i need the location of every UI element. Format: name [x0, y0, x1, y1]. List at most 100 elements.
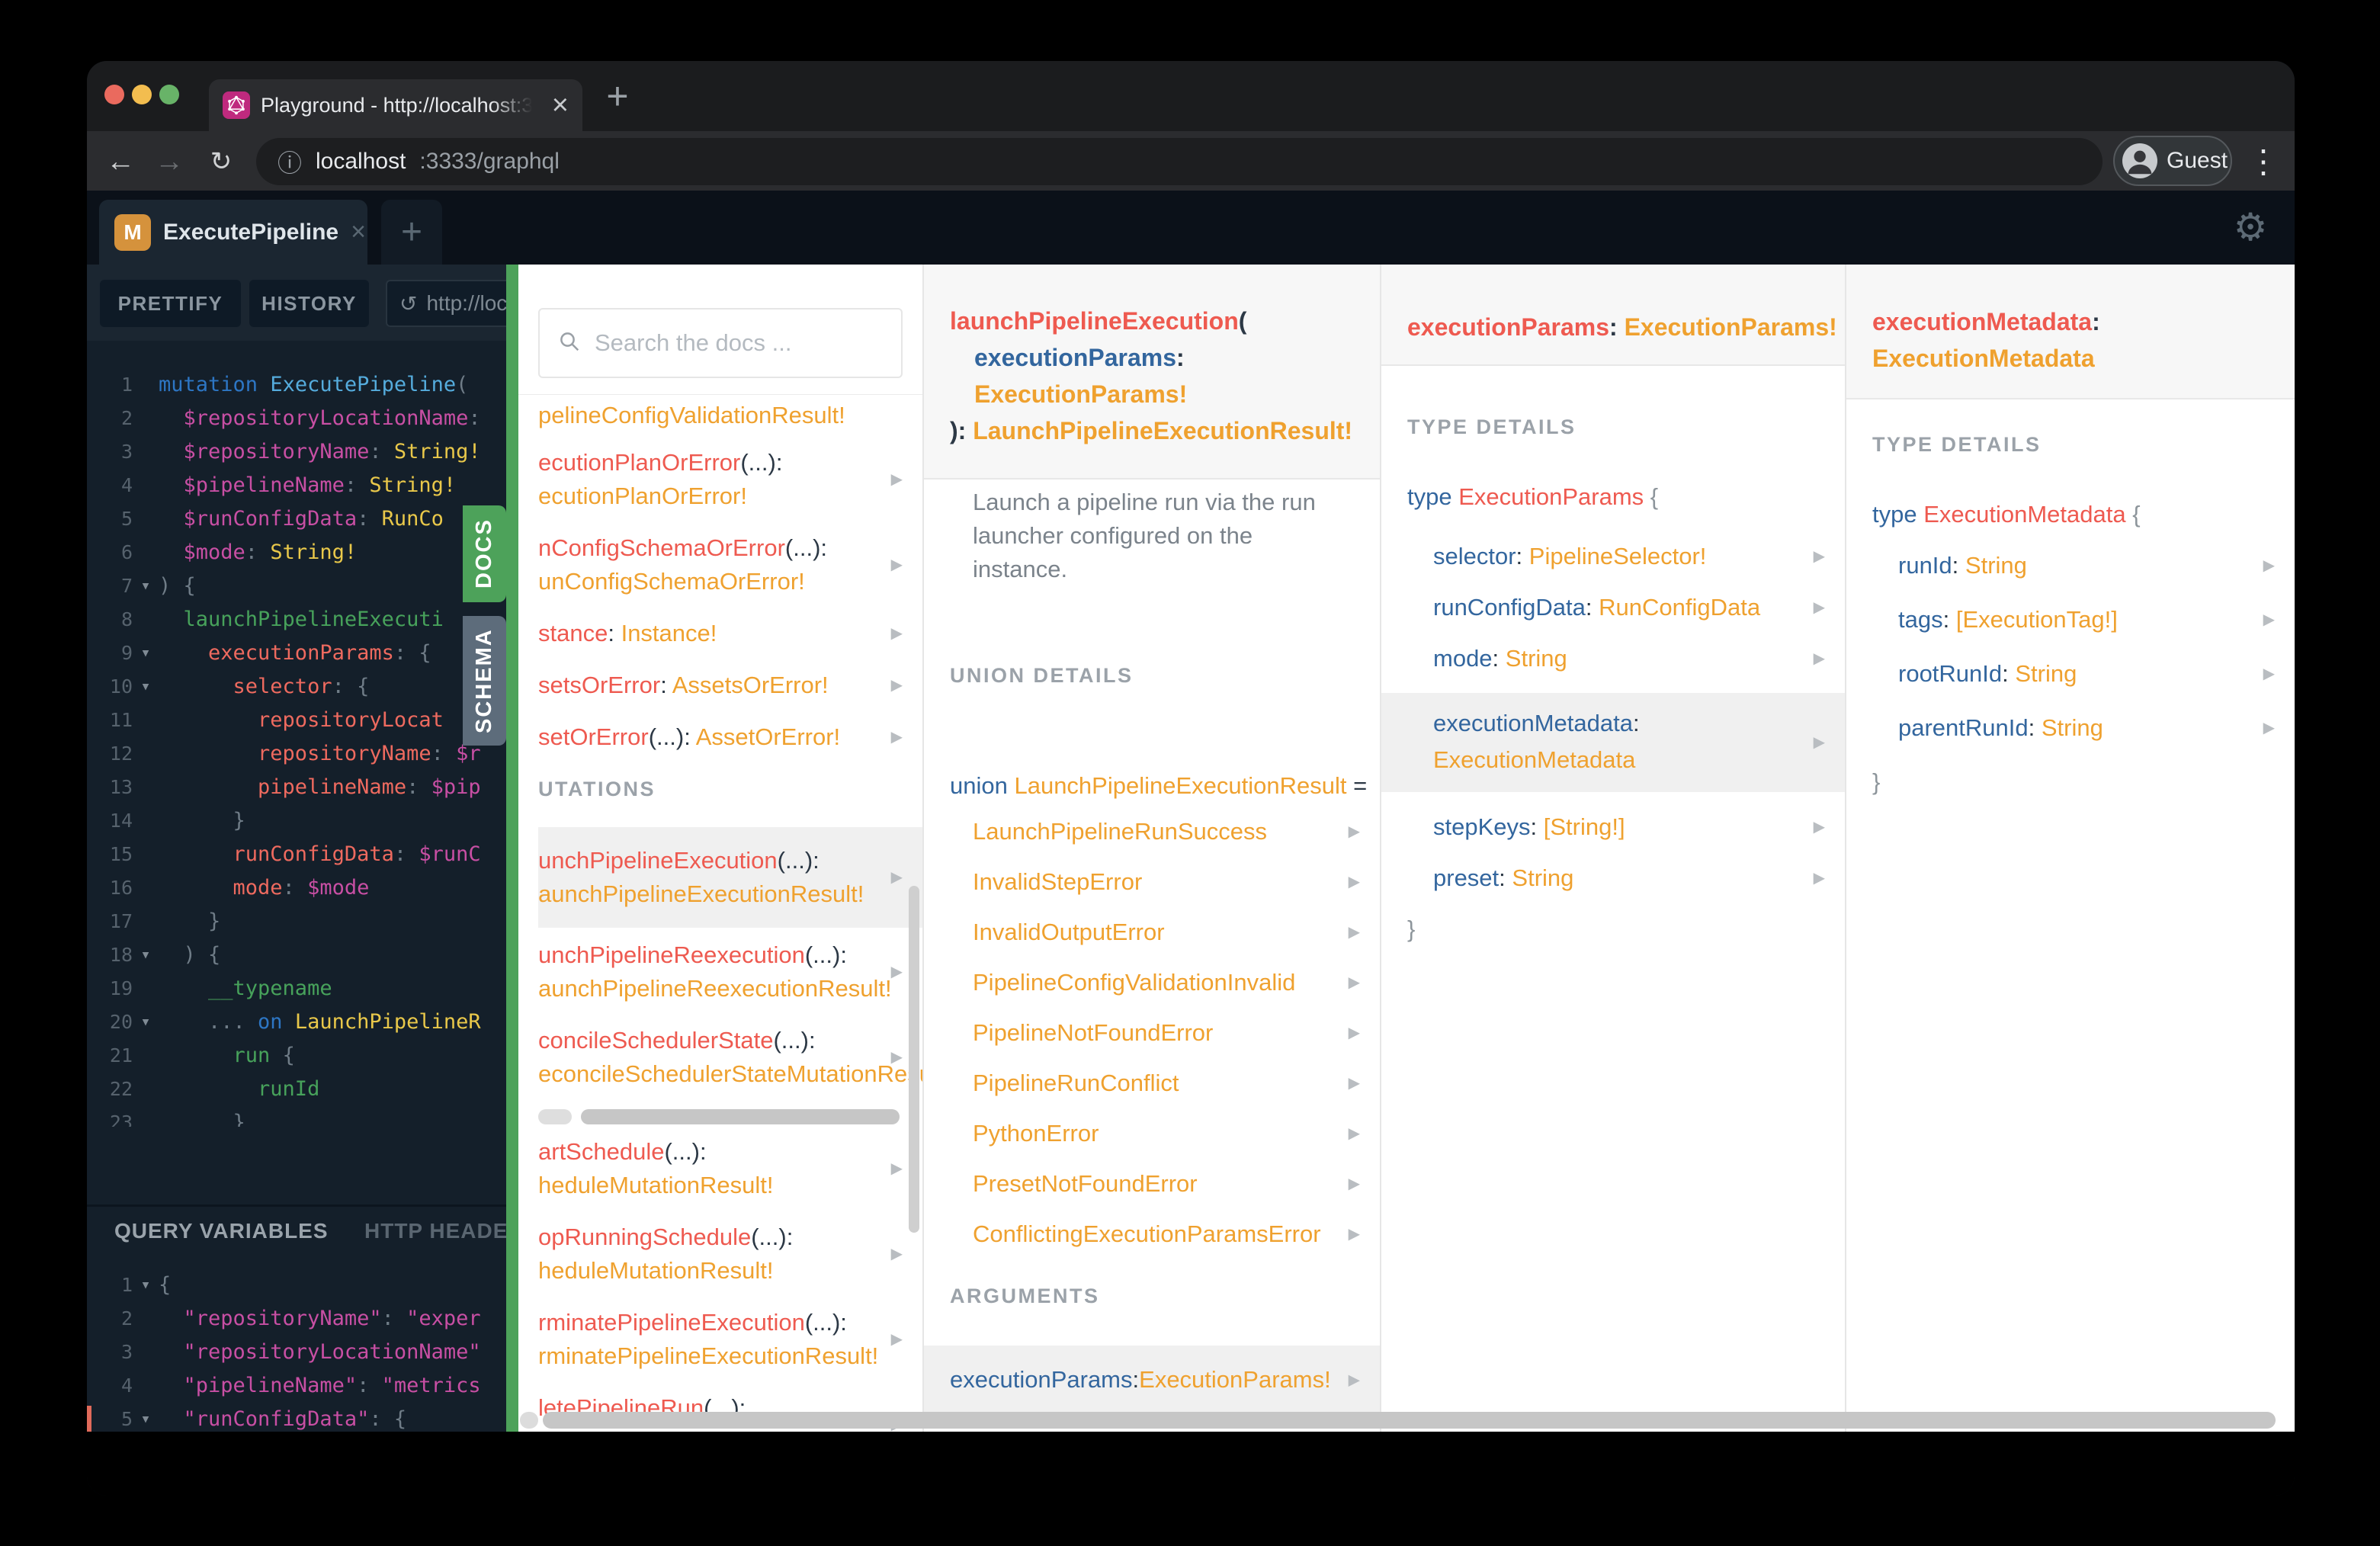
tab-http-headers[interactable]: HTTP HEADERS: [364, 1219, 506, 1243]
code-line-5[interactable]: 5 ▾ "runConfigData": {: [87, 1403, 506, 1432]
code-line-9[interactable]: 9 ▾ executionParams: {: [87, 637, 506, 670]
argument-row-executionParams[interactable]: executionParams: ExecutionParams! ▶: [924, 1346, 1380, 1414]
code-line-17[interactable]: 17 }: [87, 905, 506, 938]
code-line-13[interactable]: 13 pipelineName: $pip: [87, 771, 506, 804]
type-field-selector[interactable]: selector: PipelineSelector! ▶: [1381, 540, 1845, 573]
code-line-19[interactable]: 19 __typename: [87, 972, 506, 1006]
doc-row[interactable]: ecutionPlanOrError(...): ecutionPlanOrErr…: [538, 446, 922, 513]
union-member-InvalidOutputError[interactable]: InvalidOutputError ▶: [924, 916, 1380, 949]
doc-row[interactable]: setsOrError: AssetsOrError! ▶: [538, 669, 922, 702]
type-field-rootRunId[interactable]: rootRunId: String ▶: [1846, 657, 2295, 691]
expand-arrow-icon[interactable]: ▶: [891, 669, 903, 702]
scrollbar-nub[interactable]: [538, 1109, 572, 1124]
code-line-6[interactable]: 6 $mode: String!: [87, 536, 506, 569]
fold-icon[interactable]: ▾: [133, 569, 159, 603]
doc-row[interactable]: unchPipelineReexecution(...): aunchPipeli…: [538, 938, 922, 1006]
fold-icon[interactable]: ▾: [133, 637, 159, 670]
type-field-tags[interactable]: tags: [ExecutionTag!] ▶: [1846, 603, 2295, 637]
close-playground-tab-icon[interactable]: ×: [351, 217, 366, 247]
code-line-18[interactable]: 18 ▾ ) {: [87, 938, 506, 972]
endpoint-input[interactable]: ↺ http://loc: [386, 280, 506, 327]
code-line-4[interactable]: 4 $pipelineName: String!: [87, 469, 506, 502]
back-icon[interactable]: ←: [101, 142, 140, 181]
union-member-InvalidStepError[interactable]: InvalidStepError ▶: [924, 865, 1380, 899]
profile-button[interactable]: Guest: [2113, 136, 2232, 186]
union-member-PipelineRunConflict[interactable]: PipelineRunConflict ▶: [924, 1066, 1380, 1100]
doc-row[interactable]: nConfigSchemaOrError(...): unConfigSchema…: [538, 531, 922, 598]
code-line-3[interactable]: 3 "repositoryLocationName": [87, 1336, 506, 1369]
expand-arrow-icon[interactable]: ▶: [1349, 1016, 1360, 1050]
code-line-3[interactable]: 3 $repositoryName: String!: [87, 435, 506, 469]
doc-row[interactable]: setOrError(...): AssetOrError! ▶: [538, 720, 922, 754]
expand-arrow-icon[interactable]: ▶: [1349, 1117, 1360, 1150]
playground-tab[interactable]: M ExecutePipeline ×: [99, 200, 367, 265]
fold-icon[interactable]: ▾: [133, 938, 159, 972]
code-line-2[interactable]: 2 "repositoryName": "exper: [87, 1302, 506, 1336]
code-line-22[interactable]: 22 runId: [87, 1073, 506, 1106]
new-playground-tab-button[interactable]: +: [381, 200, 442, 265]
expand-arrow-icon[interactable]: ▶: [1814, 810, 1825, 844]
code-line-15[interactable]: 15 runConfigData: $runC: [87, 838, 506, 871]
code-line-2[interactable]: 2 $repositoryLocationName:: [87, 402, 506, 435]
expand-arrow-icon[interactable]: ▶: [2263, 549, 2275, 582]
doc-row-selected[interactable]: unchPipelineExecution(...): aunchPipeline…: [538, 827, 922, 928]
browser-menu-icon[interactable]: ⋮: [2247, 139, 2280, 183]
query-editor[interactable]: 1 mutation ExecutePipeline(2 $repositoryL…: [87, 341, 506, 1127]
list-horizontal-scrollbar[interactable]: [538, 1109, 900, 1124]
expand-arrow-icon[interactable]: ▶: [891, 1237, 903, 1271]
expand-arrow-icon[interactable]: ▶: [891, 1041, 903, 1074]
expand-arrow-icon[interactable]: ▶: [1814, 724, 1825, 761]
code-line-1[interactable]: 1 ▾{: [87, 1269, 506, 1302]
expand-arrow-icon[interactable]: ▶: [2263, 657, 2275, 691]
expand-arrow-icon[interactable]: ▶: [1349, 1371, 1360, 1390]
code-line-5[interactable]: 5 $runConfigData: RunCo: [87, 502, 506, 536]
type-field-stepKeys[interactable]: stepKeys: [String!] ▶: [1381, 810, 1845, 844]
code-line-10[interactable]: 10 ▾ selector: {: [87, 670, 506, 704]
expand-arrow-icon[interactable]: ▶: [1349, 1167, 1360, 1201]
reload-icon[interactable]: ↻: [201, 142, 241, 181]
doc-row[interactable]: rminatePipelineExecution(...): rminatePip…: [538, 1306, 922, 1373]
browser-tab[interactable]: Playground - http://localhost:3 ×: [209, 79, 582, 131]
union-member-PipelineNotFoundError[interactable]: PipelineNotFoundError ▶: [924, 1016, 1380, 1050]
expand-arrow-icon[interactable]: ▶: [2263, 711, 2275, 745]
doc-row[interactable]: concileSchedulerState(...): econcileSched…: [538, 1024, 922, 1091]
expand-arrow-icon[interactable]: ▶: [1349, 916, 1360, 949]
fold-icon[interactable]: ▾: [133, 1403, 159, 1432]
type-field-preset[interactable]: preset: String ▶: [1381, 861, 1845, 895]
tab-schema[interactable]: SCHEMA: [463, 616, 506, 746]
code-line-16[interactable]: 16 mode: $mode: [87, 871, 506, 905]
prettify-button[interactable]: PRETTIFY: [100, 280, 241, 327]
union-member-PipelineConfigValidationInvalid[interactable]: PipelineConfigValidationInvalid ▶: [924, 966, 1380, 999]
doc-row[interactable]: artSchedule(...): heduleMutationResult! ▶: [538, 1135, 922, 1202]
settings-gear-icon[interactable]: ⚙: [2226, 200, 2275, 255]
zoom-window-button[interactable]: [159, 85, 179, 104]
docs-panel-edge[interactable]: [506, 265, 518, 1432]
fold-icon[interactable]: ▾: [133, 1269, 159, 1302]
expand-arrow-icon[interactable]: ▶: [1349, 966, 1360, 999]
union-member-PythonError[interactable]: PythonError ▶: [924, 1117, 1380, 1150]
column-vertical-scrollbar[interactable]: [909, 886, 919, 1233]
type-field-runConfigData[interactable]: runConfigData: RunConfigData ▶: [1381, 591, 1845, 624]
expand-arrow-icon[interactable]: ▶: [891, 720, 903, 754]
expand-arrow-icon[interactable]: ▶: [891, 617, 903, 650]
union-member-LaunchPipelineRunSuccess[interactable]: LaunchPipelineRunSuccess ▶: [924, 815, 1380, 848]
code-line-20[interactable]: 20 ▾ ... on LaunchPipelineR: [87, 1006, 506, 1039]
expand-arrow-icon[interactable]: ▶: [891, 548, 903, 582]
expand-arrow-icon[interactable]: ▶: [2263, 603, 2275, 637]
doc-row[interactable]: opRunningSchedule(...): heduleMutationRes…: [538, 1220, 922, 1288]
expand-arrow-icon[interactable]: ▶: [1814, 591, 1825, 624]
union-member-PresetNotFoundError[interactable]: PresetNotFoundError ▶: [924, 1167, 1380, 1201]
close-tab-icon[interactable]: ×: [552, 91, 569, 120]
doc-row[interactable]: stance: Instance! ▶: [538, 617, 922, 650]
fold-icon[interactable]: ▾: [133, 670, 159, 704]
search-input[interactable]: [595, 329, 899, 357]
code-line-1[interactable]: 1 mutation ExecutePipeline(: [87, 368, 506, 402]
type-field-runId[interactable]: runId: String ▶: [1846, 549, 2295, 582]
minimize-window-button[interactable]: [132, 85, 152, 104]
code-line-8[interactable]: 8 launchPipelineExecuti: [87, 603, 506, 637]
type-field-selected-executionMetadata[interactable]: executionMetadata: ExecutionMetadata ▶: [1381, 693, 1845, 792]
expand-arrow-icon[interactable]: ▶: [891, 1152, 903, 1185]
code-line-12[interactable]: 12 repositoryName: $r: [87, 737, 506, 771]
forward-icon[interactable]: →: [149, 142, 189, 181]
code-line-21[interactable]: 21 run {: [87, 1039, 506, 1073]
